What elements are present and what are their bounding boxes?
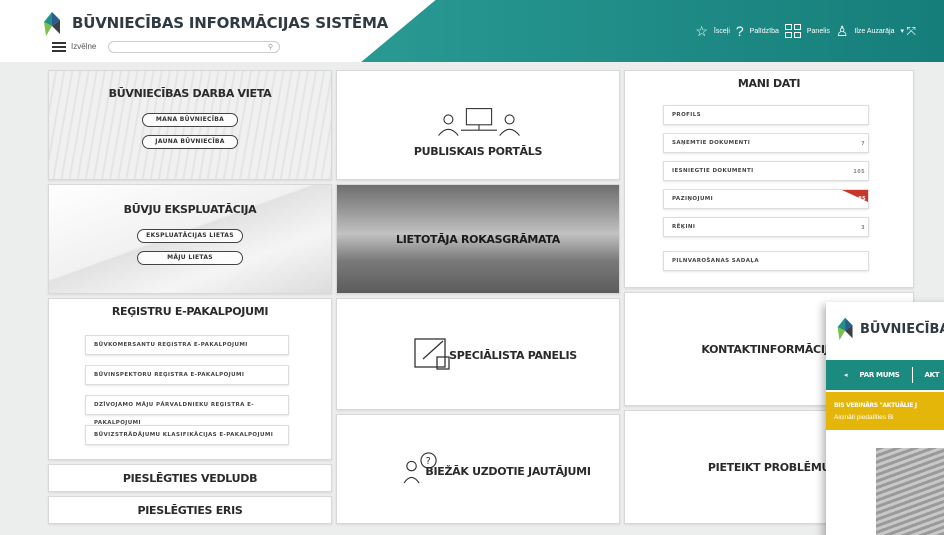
btn-mana-buvnieciba[interactable]: MANA BŪVNIECĪBA: [142, 113, 238, 127]
popup-nav-par-mums[interactable]: PAR MUMS: [860, 371, 900, 379]
popup-nav-akt[interactable]: AKT: [925, 371, 940, 379]
registru-item-1[interactable]: BŪVKOMERSANTU REĢISTRA E-PAKALPOJUMI: [85, 335, 289, 355]
user-icon[interactable]: ♙: [836, 24, 849, 38]
star-icon[interactable]: ☆: [695, 24, 708, 38]
nav-divider: [911, 367, 913, 383]
btn-ekspluatacijas-lietas[interactable]: EKSPLUATĀCIJAS LIETAS: [137, 229, 243, 243]
registru-item-4[interactable]: BŪVIZSTRĀDĀJUMU KLASIFIKĀCIJAS E-PAKALPO…: [85, 425, 289, 445]
logout-icon[interactable]: ⤧: [906, 24, 916, 39]
tile-biezak-uzdotie[interactable]: ? BIEŽĀK UZDOTIE JAUTĀJUMI: [336, 414, 620, 524]
mani-dati-rekini[interactable]: RĒĶINI 3: [663, 217, 869, 237]
count-badge: 7: [861, 141, 865, 147]
mani-dati-profils[interactable]: PROFILS: [663, 105, 869, 125]
notification-badge: 85: [842, 190, 868, 202]
count-badge: 3: [861, 225, 865, 231]
registru-item-2[interactable]: BŪVINSPEKTORU REĢISTRA E-PAKALPOJUMI: [85, 365, 289, 385]
popup-nav: ◂ PAR MUMS AKT: [826, 360, 944, 390]
registru-item-3[interactable]: DZĪVOJAMO MĀJU PĀRVALDNIEKU REĢISTRA E-P…: [85, 395, 289, 426]
popup-banner[interactable]: BIS VEBINĀRS "AKTUĀLIE J Aicināti piedal…: [826, 392, 944, 430]
banner-heading: BIS VEBINĀRS "AKTUĀLIE J: [834, 402, 917, 409]
tile-title: LIETOTĀJA ROKASGRĀMATA: [396, 233, 560, 246]
menu-label[interactable]: Izvēlne: [71, 42, 96, 51]
tile-title: SPECIĀLISTA PANELIS: [449, 349, 577, 362]
popup-title: BŪVNIECĪBAS I: [860, 322, 944, 337]
tile-ekspluatacija[interactable]: BŪVJU EKSPLUATĀCIJA EKSPLUATĀCIJAS LIETA…: [48, 184, 332, 294]
tile-title: BŪVJU EKSPLUATĀCIJA: [123, 203, 257, 216]
bis-logo-icon: [837, 317, 853, 341]
hamburger-menu-icon[interactable]: [52, 42, 66, 52]
nav-help[interactable]: Palīdzība: [750, 28, 779, 35]
btn-jauna-buvnieciba[interactable]: JAUNA BŪVNIECĪBA: [142, 135, 238, 149]
tile-registru: REĢISTRU E-PAKALPOJUMI BŪVKOMERSANTU REĢ…: [48, 298, 332, 460]
bis-logo-icon[interactable]: [38, 8, 68, 38]
tile-darba-vieta[interactable]: BŪVNIECĪBAS DARBA VIETA MANA BŪVNIECĪBA …: [48, 70, 332, 180]
tile-title: REĢISTRU E-PAKALPOJUMI: [111, 305, 269, 318]
mani-dati-pazinojumi[interactable]: PAZIŅOJUMI 85: [663, 189, 869, 209]
search-input[interactable]: [108, 41, 280, 53]
tile-specialista-panelis[interactable]: SPECIĀLISTA PANELIS: [336, 298, 620, 410]
tile-title: BIEŽĀK UZDOTIE JAUTĀJUMI: [425, 465, 591, 478]
mani-dati-iesniegtie[interactable]: IESNIEGTIE DOKUMENTI 105: [663, 161, 869, 181]
count-badge: 105: [853, 169, 865, 175]
mani-dati-sanemtie[interactable]: SAŅEMTIE DOKUMENTI 7: [663, 133, 869, 153]
nav-user[interactable]: Ilze Auzarāja: [854, 28, 894, 35]
search-icon[interactable]: ⚲: [268, 43, 273, 51]
tile-rokasgramata[interactable]: LIETOTĀJA ROKASGRĀMATA: [336, 184, 620, 294]
site-header: BŪVNIECĪBAS INFORMĀCIJAS SISTĒMA Izvēlne…: [0, 0, 944, 62]
public-portal-icon: [438, 108, 520, 136]
btn-maju-lietas[interactable]: MĀJU LIETAS: [137, 251, 243, 265]
nav-shortcuts[interactable]: Īsceļi: [714, 28, 730, 35]
nav-dashboard[interactable]: Panelis: [807, 28, 830, 35]
tile-title: PIESLĒGTIES VEDLUDB: [122, 472, 258, 485]
site-title[interactable]: BŪVNIECĪBAS INFORMĀCIJAS SISTĒMA: [72, 14, 388, 32]
mani-dati-pilnvarosanas[interactable]: PILNVAROŠANAS SADAĻA: [663, 251, 869, 271]
chevron-down-icon[interactable]: ▾: [900, 27, 904, 35]
popup-image: [876, 448, 944, 535]
tile-title: BŪVNIECĪBAS DARBA VIETA: [108, 87, 272, 100]
chevron-left-icon[interactable]: ◂: [844, 371, 848, 379]
tile-eris[interactable]: PIESLĒGTIES ERIS: [48, 496, 332, 524]
tile-title: PIESLĒGTIES ERIS: [137, 504, 243, 517]
tile-title: MANI DATI: [737, 77, 801, 90]
tile-publiskais-portals[interactable]: PUBLISKAIS PORTĀLS: [336, 70, 620, 180]
tile-mani-dati: MANI DATI PROFILS SAŅEMTIE DOKUMENTI 7 IE…: [624, 70, 914, 288]
popup-window[interactable]: BŪVNIECĪBAS I ◂ PAR MUMS AKT BIS VEBINĀR…: [826, 302, 944, 535]
help-icon[interactable]: ?: [736, 24, 744, 38]
dashboard-grid-icon[interactable]: [784, 24, 801, 38]
tile-title: PUBLISKAIS PORTĀLS: [413, 145, 543, 158]
banner-text: Aicināti piedalīties Bi: [834, 414, 894, 421]
tile-vedludb[interactable]: PIESLĒGTIES VEDLUDB: [48, 464, 332, 492]
header-nav: ☆ Īsceļi ? Palīdzība Panelis ♙ Ilze Auza…: [695, 24, 904, 38]
